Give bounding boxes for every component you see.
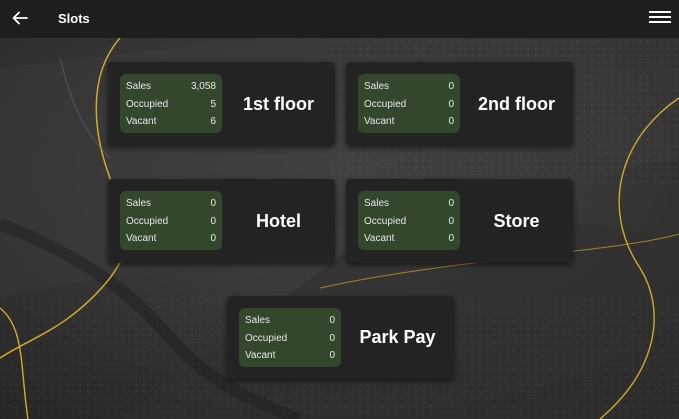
stats-panel: Sales 0 Occupied 0 Vacant 0 [120,191,222,250]
vacant-label: Vacant [364,116,395,127]
vacant-value: 0 [448,116,454,127]
sales-row: Sales 3,058 [126,80,216,98]
stats-panel: Sales 0 Occupied 0 Vacant 0 [358,191,460,250]
arrow-left-icon [12,11,28,25]
sales-value: 0 [448,198,454,209]
sales-value: 0 [210,198,216,209]
vacant-label: Vacant [126,233,157,244]
vacant-value: 0 [329,350,335,361]
vacant-row: Vacant 0 [126,232,216,250]
sales-row: Sales 0 [364,197,454,215]
occupied-value: 0 [448,98,454,110]
occupied-label: Occupied [126,215,169,227]
occupied-label: Occupied [126,98,169,110]
sales-label: Sales [126,81,152,92]
area-name: 1st floor [242,93,314,114]
area-card-2nd-floor[interactable]: Sales 0 Occupied 0 Vacant 0 2nd floor [346,62,573,146]
hamburger-menu-icon [648,11,672,23]
stats-panel: Sales 0 Occupied 0 Vacant 0 [239,308,341,367]
sales-value: 0 [448,81,454,92]
vacant-row: Vacant 0 [245,349,335,367]
area-card-hotel[interactable]: Sales 0 Occupied 0 Vacant 0 Hotel [108,179,335,263]
vacant-row: Vacant 0 [364,115,454,133]
sales-label: Sales [245,315,271,326]
sales-value: 3,058 [190,81,216,92]
vacant-value: 0 [448,233,454,244]
vacant-value: 0 [210,233,216,244]
vacant-label: Vacant [245,350,276,361]
occupied-row: Occupied 0 [364,98,454,116]
vacant-label: Vacant [126,116,157,127]
area-card-1st-floor[interactable]: Sales 3,058 Occupied 5 Vacant 6 1st floo… [108,62,335,146]
occupied-label: Occupied [245,332,288,344]
menu-button[interactable] [648,8,672,28]
area-name: Park Pay [359,327,436,347]
sales-row: Sales 0 [126,197,216,215]
stats-panel: Sales 0 Occupied 0 Vacant 0 [358,74,460,133]
vacant-row: Vacant 0 [364,232,454,250]
occupied-value: 0 [210,215,216,227]
sales-label: Sales [364,81,390,92]
area-card-park-pay[interactable]: Sales 0 Occupied 0 Vacant 0 Park Pay [227,296,454,379]
sales-row: Sales 0 [364,80,454,98]
sales-label: Sales [364,198,390,209]
vacant-label: Vacant [364,233,395,244]
occupied-label: Occupied [364,98,407,110]
top-app-bar: Slots [0,0,679,38]
vacant-row: Vacant 6 [126,115,216,133]
occupied-label: Occupied [364,215,407,227]
area-name: 2nd floor [478,93,555,114]
sales-label: Sales [126,198,152,209]
occupied-value: 0 [448,215,454,227]
back-button[interactable] [9,7,31,29]
area-name: Hotel [256,210,301,231]
vacant-value: 6 [210,116,216,127]
occupied-value: 5 [210,98,216,110]
page-title: Slots [58,11,90,26]
sales-row: Sales 0 [245,314,335,332]
occupied-row: Occupied 0 [364,215,454,233]
occupied-row: Occupied 0 [245,332,335,350]
area-card-store[interactable]: Sales 0 Occupied 0 Vacant 0 Store [346,179,573,263]
stats-panel: Sales 3,058 Occupied 5 Vacant 6 [120,74,222,133]
occupied-row: Occupied 0 [126,215,216,233]
area-name: Store [493,210,540,231]
occupied-value: 0 [329,332,335,344]
sales-value: 0 [329,315,335,326]
occupied-row: Occupied 5 [126,98,216,116]
